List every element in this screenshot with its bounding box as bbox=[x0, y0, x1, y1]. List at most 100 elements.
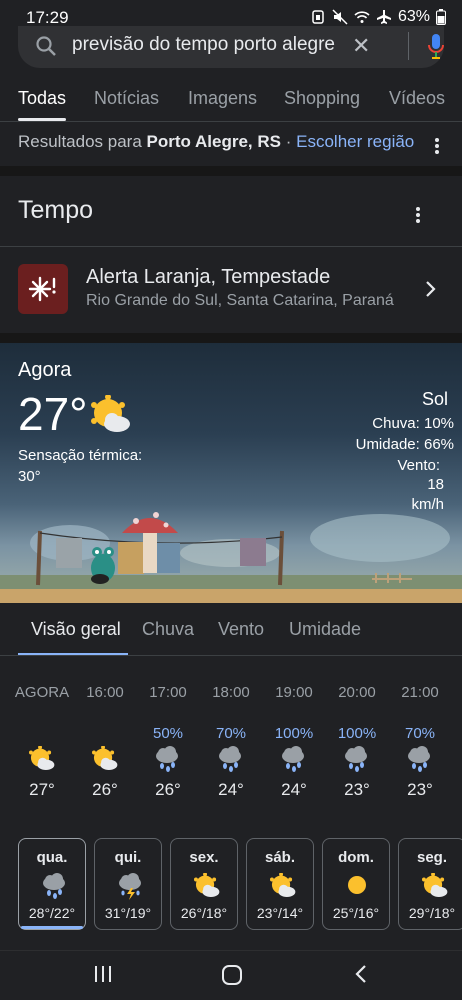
partly-sunny-icon bbox=[193, 872, 221, 904]
current-weather-panel: Agora 27° Sensação térmica: 30° Sol Chuv… bbox=[0, 343, 462, 603]
alert-title: Alerta Laranja, Tempestade bbox=[86, 266, 331, 288]
home-icon[interactable] bbox=[220, 963, 244, 987]
search-input[interactable]: previsão do tempo porto alegre bbox=[72, 34, 344, 56]
tab-noticias[interactable]: Notícias bbox=[94, 88, 159, 109]
weather-more-icon[interactable] bbox=[416, 205, 422, 225]
tab-shopping[interactable]: Shopping bbox=[284, 88, 360, 109]
battery-icon bbox=[436, 9, 446, 25]
recent-apps-icon[interactable] bbox=[92, 963, 114, 985]
hour-label: AGORA bbox=[14, 684, 70, 701]
rain-cloud-icon bbox=[41, 873, 69, 906]
rain-cloud-icon bbox=[406, 746, 434, 779]
weather-heading: Tempo bbox=[18, 196, 94, 224]
hour-precip: 70% bbox=[404, 725, 436, 742]
hour-precip: 100% bbox=[274, 725, 314, 742]
tab-videos[interactable]: Vídeos bbox=[389, 88, 445, 109]
search-bar[interactable]: previsão do tempo porto alegre ✕ bbox=[18, 26, 444, 68]
hour-label: 20:00 bbox=[338, 684, 376, 701]
tab-imagens[interactable]: Imagens bbox=[188, 88, 257, 109]
now-label: Agora bbox=[18, 359, 72, 381]
day-name: qui. bbox=[114, 849, 142, 866]
weather-subtabs: Visão geral Chuva Vento Umidade bbox=[0, 603, 462, 655]
hour-precip: 100% bbox=[337, 725, 377, 742]
hour-label: 21:00 bbox=[401, 684, 439, 701]
section-gap bbox=[0, 166, 462, 176]
daily-card[interactable]: dom. 25°/16° bbox=[322, 838, 390, 930]
region-more-icon[interactable] bbox=[435, 136, 441, 156]
choose-region-link[interactable]: Escolher região bbox=[296, 132, 414, 151]
back-icon[interactable] bbox=[352, 963, 372, 985]
system-nav-bar bbox=[0, 950, 462, 1000]
hour-temp: 23° bbox=[407, 780, 433, 799]
mute-icon bbox=[332, 9, 348, 25]
feels-like-label: Sensação térmica: bbox=[18, 447, 143, 464]
hour-label: 17:00 bbox=[149, 684, 187, 701]
tabs-divider bbox=[0, 121, 462, 122]
day-name: sex. bbox=[189, 849, 219, 866]
search-icon bbox=[36, 36, 56, 56]
rain-chance: Chuva: 10% bbox=[372, 415, 454, 432]
status-time: 17:29 bbox=[26, 8, 69, 27]
day-name: seg. bbox=[416, 849, 447, 866]
subtab-overview[interactable]: Visão geral bbox=[31, 619, 121, 640]
hour-temp: 24° bbox=[218, 780, 244, 799]
weather-scene-illustration bbox=[0, 512, 462, 603]
day-temps: 29°/18° bbox=[408, 905, 456, 921]
day-temps: 25°/16° bbox=[332, 905, 380, 921]
region-prefix: Resultados para bbox=[18, 132, 142, 151]
chevron-right-icon bbox=[426, 281, 436, 297]
daily-card[interactable]: qua. 28°/22° bbox=[18, 838, 86, 930]
partly-sunny-icon bbox=[269, 872, 297, 904]
daily-card[interactable]: sex. 26°/18° bbox=[170, 838, 238, 930]
day-temps: 28°/22° bbox=[28, 905, 76, 921]
thunderstorm-icon bbox=[117, 873, 145, 906]
partly-sunny-icon bbox=[91, 745, 119, 777]
weather-alert[interactable]: Alerta Laranja, Tempestade Rio Grande do… bbox=[0, 252, 462, 332]
rain-cloud-icon bbox=[217, 746, 245, 779]
hour-label: 19:00 bbox=[275, 684, 313, 701]
weather-divider bbox=[0, 246, 462, 247]
storm-alert-icon bbox=[18, 264, 68, 314]
hour-label: 16:00 bbox=[86, 684, 124, 701]
daily-card[interactable]: sáb. 23°/14° bbox=[246, 838, 314, 930]
partly-sunny-icon bbox=[421, 872, 449, 904]
hour-temp: 27° bbox=[29, 780, 55, 799]
hour-temp: 24° bbox=[281, 780, 307, 799]
humidity: Umidade: 66% bbox=[355, 436, 454, 453]
tab-todas[interactable]: Todas bbox=[18, 88, 66, 109]
region-separator: · bbox=[285, 132, 292, 151]
rain-cloud-icon bbox=[343, 746, 371, 779]
subtab-rain[interactable]: Chuva bbox=[142, 619, 194, 640]
day-temps: 26°/18° bbox=[180, 905, 228, 921]
day-name: sáb. bbox=[264, 849, 295, 866]
alert-regions: Rio Grande do Sul, Santa Catarina, Paran… bbox=[86, 292, 394, 309]
sun-icon bbox=[345, 873, 369, 902]
partly-sunny-icon bbox=[91, 395, 130, 432]
subtab-humidity[interactable]: Umidade bbox=[289, 619, 361, 640]
hour-temp: 23° bbox=[344, 780, 370, 799]
microphone-icon[interactable] bbox=[426, 32, 446, 62]
rain-cloud-icon bbox=[154, 746, 182, 779]
sim-icon bbox=[312, 10, 324, 24]
region-line: Resultados para Porto Alegre, RS · Escol… bbox=[18, 132, 414, 152]
region-place: Porto Alegre, RS bbox=[146, 132, 281, 151]
feels-like-value: 30° bbox=[18, 468, 41, 485]
clear-icon[interactable]: ✕ bbox=[352, 33, 370, 59]
section-gap-2 bbox=[0, 333, 462, 343]
hour-precip: 50% bbox=[152, 725, 184, 742]
hour-label: 18:00 bbox=[212, 684, 250, 701]
rain-cloud-icon bbox=[280, 746, 308, 779]
search-divider bbox=[408, 32, 409, 60]
selected-day-indicator bbox=[21, 926, 83, 929]
daily-card[interactable]: qui. 31°/19° bbox=[94, 838, 162, 930]
wind-label: Vento: bbox=[397, 457, 440, 474]
daily-card[interactable]: seg. 29°/18° bbox=[398, 838, 462, 930]
status-icons: 63% bbox=[310, 8, 446, 26]
subtab-wind[interactable]: Vento bbox=[218, 619, 264, 640]
hour-temp: 26° bbox=[155, 780, 181, 799]
hour-precip: 70% bbox=[215, 725, 247, 742]
airplane-icon bbox=[376, 10, 391, 24]
subtabs-divider bbox=[0, 655, 462, 656]
wifi-icon bbox=[354, 11, 370, 23]
battery-percent: 63% bbox=[397, 8, 430, 25]
